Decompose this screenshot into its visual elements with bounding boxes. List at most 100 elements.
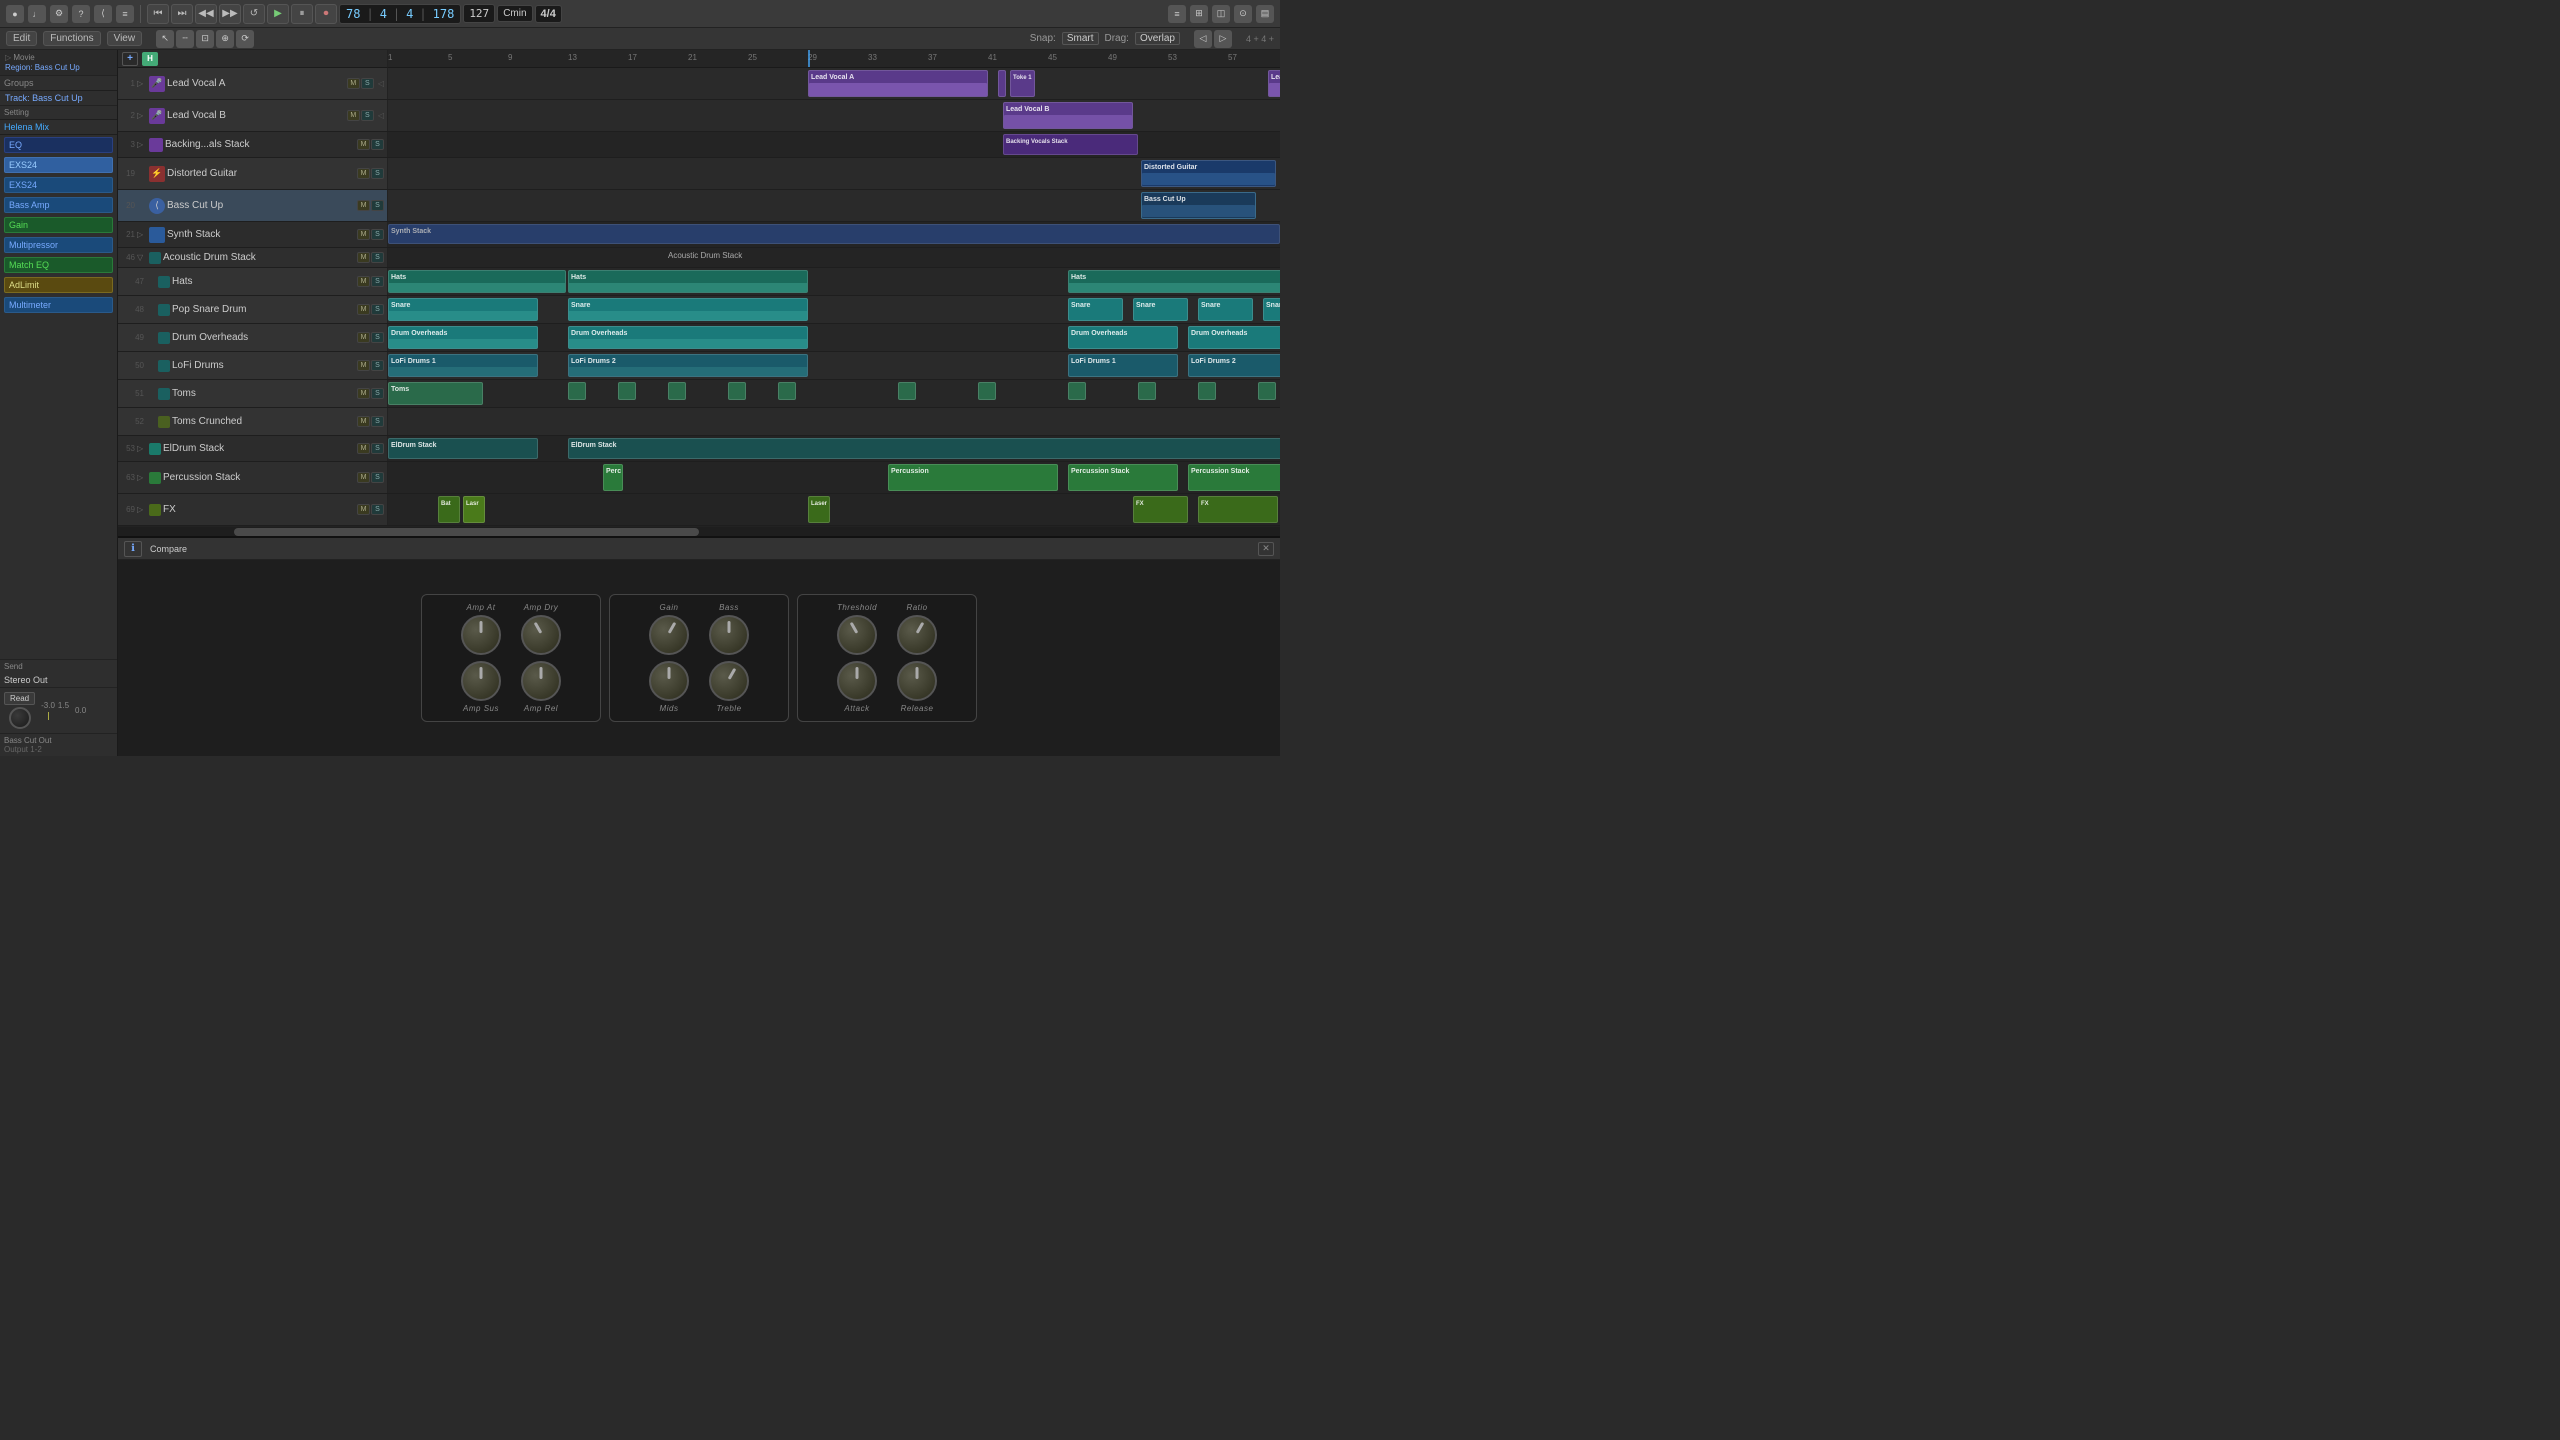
key-display[interactable]: Cmin bbox=[497, 5, 532, 22]
clip-fx-3[interactable]: Laser Sw bbox=[808, 496, 830, 523]
track-content-eldrum-stack[interactable]: ElDrum Stack ElDrum Stack bbox=[388, 436, 1280, 461]
track-content-lead-vocal-a[interactable]: Lead Vocal A Toke 1 Lead Vocal A bbox=[388, 68, 1280, 99]
clip-snare-4[interactable]: Snare bbox=[1133, 298, 1188, 321]
mute-snare[interactable]: M bbox=[357, 304, 370, 315]
clip-distorted-guitar[interactable]: Distorted Guitar bbox=[1141, 160, 1276, 187]
clip-lead-vocal-a-1[interactable]: Lead Vocal A bbox=[808, 70, 988, 97]
amp-at-knob[interactable] bbox=[461, 615, 501, 655]
clip-eldrum-1[interactable]: ElDrum Stack bbox=[388, 438, 538, 459]
track-label[interactable]: Track: Bass Cut Up bbox=[0, 91, 117, 106]
track-content-fx[interactable]: Bat Lasr Laser Sw FX FX bbox=[388, 494, 1280, 525]
mute-fx[interactable]: M bbox=[357, 504, 370, 515]
solo-drum-overheads[interactable]: S bbox=[371, 332, 384, 343]
release-knob[interactable] bbox=[897, 661, 937, 701]
plugin-icon[interactable]: ⟨ bbox=[94, 5, 112, 23]
track-content-snare[interactable]: Snare Snare Snare Snare bbox=[388, 296, 1280, 323]
track-content-lead-vocal-b[interactable]: Lead Vocal B bbox=[388, 100, 1280, 131]
mute-lofi-drums[interactable]: M bbox=[357, 360, 370, 371]
scrub-tool[interactable]: ⟳ bbox=[236, 30, 254, 48]
drag-value[interactable]: Overlap bbox=[1135, 32, 1180, 45]
select-tool[interactable]: ⊡ bbox=[196, 30, 214, 48]
clip-overheads-2[interactable]: Drum Overheads bbox=[568, 326, 808, 349]
mids-knob[interactable] bbox=[649, 661, 689, 701]
bass-knob[interactable] bbox=[709, 615, 749, 655]
ratio-knob[interactable] bbox=[897, 615, 937, 655]
groups-section[interactable]: Groups bbox=[0, 76, 117, 91]
clip-backing-vocals[interactable]: Backing Vocals Stack bbox=[1003, 134, 1138, 155]
prefs-icon[interactable]: ▤ bbox=[1256, 5, 1274, 23]
clip-fx-4[interactable]: FX bbox=[1133, 496, 1188, 523]
clip-toms-3[interactable] bbox=[618, 382, 636, 400]
track-content-backing-vocals[interactable]: Backing Vocals Stack bbox=[388, 132, 1280, 157]
solo-backing[interactable]: S bbox=[371, 139, 384, 150]
zoom-out-icon[interactable]: ⊞ bbox=[1190, 5, 1208, 23]
zoom-in-icon[interactable]: ≡ bbox=[1168, 5, 1186, 23]
view-icon[interactable]: ◫ bbox=[1212, 5, 1230, 23]
clip-lofi-drums-4[interactable]: LoFi Drums 2 bbox=[1188, 354, 1280, 377]
amp-rel-knob[interactable] bbox=[521, 661, 561, 701]
track-content-bass-cut-up[interactable]: Bass Cut Up bbox=[388, 190, 1280, 221]
rewind-button[interactable]: ⏮ bbox=[147, 4, 169, 24]
treble-knob[interactable] bbox=[709, 661, 749, 701]
close-plugin-button[interactable]: ✕ bbox=[1258, 542, 1274, 556]
eq-plugin[interactable]: EQ bbox=[4, 137, 113, 153]
multipressor-plugin[interactable]: Multipressor bbox=[4, 237, 113, 253]
clip-lead-vocal-a-toke1[interactable]: Toke 1 bbox=[1010, 70, 1035, 97]
solo-eldrum-stack[interactable]: S bbox=[371, 443, 384, 454]
mute-lead-vocal-b[interactable]: M bbox=[347, 110, 360, 121]
threshold-knob[interactable] bbox=[837, 615, 877, 655]
multimeter-plugin[interactable]: Multimeter bbox=[4, 297, 113, 313]
clip-snare-3[interactable]: Snare bbox=[1068, 298, 1123, 321]
edit-menu[interactable]: Edit bbox=[6, 31, 37, 46]
match-eq-plugin[interactable]: Match EQ bbox=[4, 257, 113, 273]
clip-toms-4[interactable] bbox=[668, 382, 686, 400]
amp-dry-knob[interactable] bbox=[521, 615, 561, 655]
clip-perc-3[interactable]: Percussion Stack bbox=[1068, 464, 1178, 491]
loop-button[interactable]: ↺ bbox=[243, 4, 265, 24]
clip-lofi-drums-2[interactable]: LoFi Drums 2 bbox=[568, 354, 808, 377]
clip-toms-5[interactable] bbox=[728, 382, 746, 400]
clip-hats-3[interactable]: Hats bbox=[1068, 270, 1280, 293]
solo-lofi-drums[interactable]: S bbox=[371, 360, 384, 371]
ffwd-button[interactable]: ⏭ bbox=[171, 4, 193, 24]
solo-acoustic-drum[interactable]: S bbox=[371, 252, 384, 263]
track-content-lofi-drums[interactable]: LoFi Drums 1 LoFi Drums 2 LoFi Drums 1 L… bbox=[388, 352, 1280, 379]
clip-toms-2[interactable] bbox=[568, 382, 586, 400]
session-name[interactable]: Movie bbox=[13, 53, 34, 62]
clip-hats-1[interactable]: Hats bbox=[388, 270, 566, 293]
track-content-acoustic-drum[interactable]: Acoustic Drum Stack bbox=[388, 248, 1280, 267]
exs24-plugin[interactable]: EXS24 bbox=[4, 157, 113, 173]
solo-lead-vocal-a[interactable]: S bbox=[361, 78, 374, 89]
solo-toms[interactable]: S bbox=[371, 388, 384, 399]
solo-bass-cut-up[interactable]: S bbox=[371, 200, 384, 211]
clip-lofi-drums-3[interactable]: LoFi Drums 1 bbox=[1068, 354, 1178, 377]
clip-lead-vocal-a-3[interactable]: Lead Vocal A bbox=[1268, 70, 1280, 97]
clip-toms-8[interactable] bbox=[978, 382, 996, 400]
solo-hats[interactable]: S bbox=[371, 276, 384, 287]
clip-overheads-4[interactable]: Drum Overheads bbox=[1188, 326, 1280, 349]
help-icon[interactable]: ? bbox=[72, 5, 90, 23]
logo-icon[interactable]: ● bbox=[6, 5, 24, 23]
solo-lead-vocal-b[interactable]: S bbox=[361, 110, 374, 121]
snap-value[interactable]: Smart bbox=[1062, 32, 1099, 45]
mute-lead-vocal-a[interactable]: M bbox=[347, 78, 360, 89]
mute-synth-stack[interactable]: M bbox=[357, 229, 370, 240]
pan-knob[interactable] bbox=[9, 707, 31, 729]
solo-fx[interactable]: S bbox=[371, 504, 384, 515]
bass-amp-plugin[interactable]: EXS24 bbox=[4, 177, 113, 193]
solo-toms-crunched[interactable]: S bbox=[371, 416, 384, 427]
clip-overheads-3[interactable]: Drum Overheads bbox=[1068, 326, 1178, 349]
clip-toms-1[interactable]: Toms bbox=[388, 382, 483, 405]
track-content-percussion-stack[interactable]: Perc Percussion Percussion Stack Percuss… bbox=[388, 462, 1280, 493]
scrollbar-thumb[interactable] bbox=[234, 528, 699, 536]
solo-synth-stack[interactable]: S bbox=[371, 229, 384, 240]
preset-label[interactable]: Helena Mix bbox=[0, 120, 117, 135]
mute-toms-crunched[interactable]: M bbox=[357, 416, 370, 427]
mute-percussion-stack[interactable]: M bbox=[357, 472, 370, 483]
cursor-tool[interactable]: ↖ bbox=[156, 30, 174, 48]
clip-toms-12[interactable] bbox=[1258, 382, 1276, 400]
compare-button[interactable]: Compare bbox=[150, 544, 187, 554]
track-content-synth-stack[interactable]: Synth Stack bbox=[388, 222, 1280, 247]
stereo-out[interactable]: Stereo Out bbox=[0, 673, 117, 687]
info-button[interactable]: ℹ bbox=[124, 541, 142, 557]
